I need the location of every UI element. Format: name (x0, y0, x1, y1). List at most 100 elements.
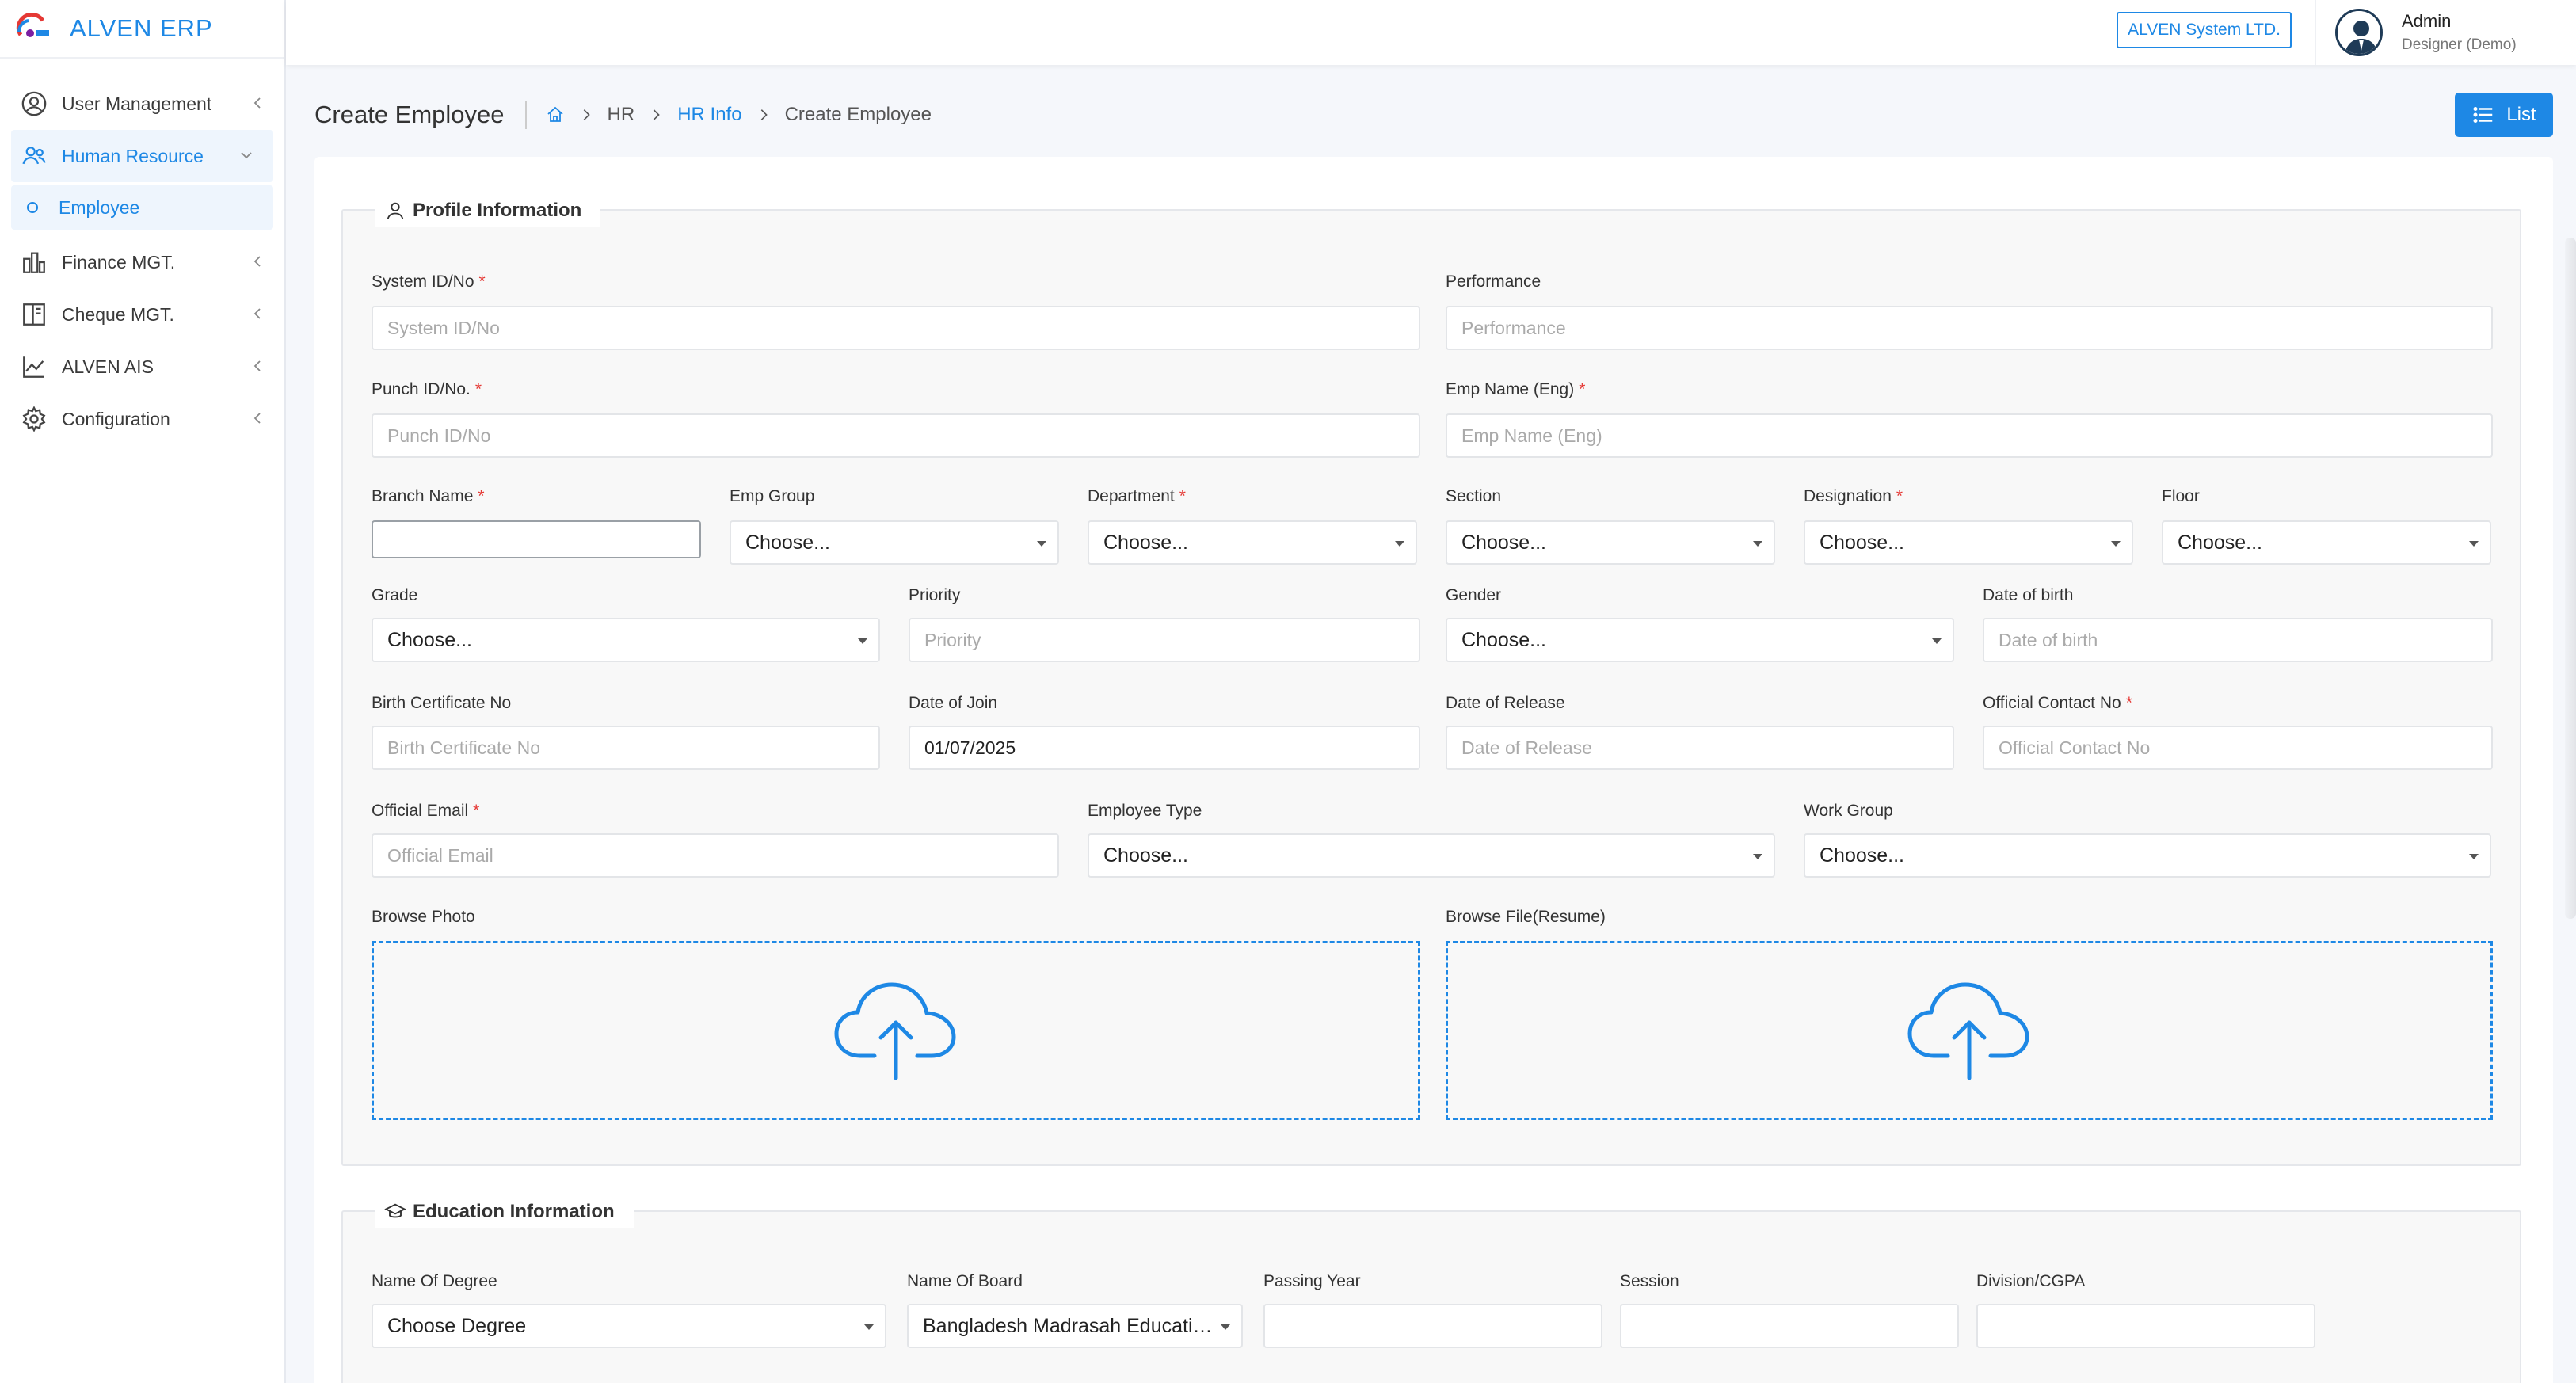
sidebar-menu: User Management Human Resource Employee … (0, 59, 284, 445)
sidebar-item-label: Human Resource (62, 145, 204, 166)
dor-label: Date of Release (1446, 694, 1565, 712)
gender-select[interactable]: Choose... (1446, 618, 1954, 662)
chevron-left-icon (253, 97, 261, 109)
form-card: Profile Information System ID/No * System… (314, 157, 2553, 1383)
session-label: Session (1620, 1272, 1679, 1290)
topbar: ALVEN System LTD. Admin Designer (Demo) (286, 0, 2576, 65)
emp-name-input[interactable]: Emp Name (Eng) (1446, 413, 2493, 458)
line-chart-icon (23, 356, 44, 378)
chevron-left-icon (253, 308, 261, 319)
circle-icon (27, 202, 38, 213)
sidebar-item-label: User Management (62, 93, 212, 114)
list-button[interactable]: List (2455, 93, 2553, 137)
user-circle-icon (21, 91, 47, 116)
brand[interactable]: ALVEN ERP (0, 0, 284, 59)
division-label: Division/CGPA (1976, 1272, 2086, 1290)
section-label: Section (1446, 487, 1502, 505)
email-label: Official Email * (372, 802, 480, 820)
breadcrumb-current: Create Employee (784, 104, 932, 125)
company-badge[interactable]: ALVEN System LTD. (2117, 12, 2292, 48)
chevron-right-icon (760, 109, 768, 120)
emp-group-select[interactable]: Choose... (730, 520, 1059, 565)
sidebar-item-label: Finance MGT. (62, 251, 176, 272)
cloud-upload-icon (1907, 982, 2029, 1080)
profile-title: Profile Information (413, 200, 582, 221)
breadcrumb-hr-info[interactable]: HR Info (677, 104, 741, 126)
sidebar-item-alven-ais[interactable]: ALVEN AIS (0, 341, 284, 393)
list-icon (2473, 107, 2493, 123)
board-select[interactable]: Bangladesh Madrasah Education Board (907, 1304, 1243, 1348)
sidebar-item-label: ALVEN AIS (62, 356, 154, 377)
department-select[interactable]: Choose... (1088, 520, 1417, 565)
sidebar-item-finance[interactable]: Finance MGT. (0, 236, 284, 288)
cloud-upload-icon (834, 982, 956, 1080)
bar-chart-icon (23, 252, 45, 273)
education-title: Education Information (413, 1201, 615, 1222)
user-menu[interactable]: Admin Designer (Demo) (2315, 0, 2576, 65)
sidebar-item-label: Employee (59, 196, 140, 218)
breadcrumb: HR HR Info Create Employee (546, 104, 932, 126)
floor-label: Floor (2162, 487, 2200, 505)
sidebar: ALVEN ERP User Management Human Resource… (0, 0, 286, 1383)
grade-select[interactable]: Choose... (372, 618, 880, 662)
section-select[interactable]: Choose... (1446, 520, 1775, 565)
contact-label: Official Contact No * (1983, 694, 2132, 712)
degree-select[interactable]: Choose Degree (372, 1304, 886, 1348)
dob-input[interactable]: Date of birth (1983, 618, 2493, 662)
book-icon (23, 303, 45, 326)
division-input[interactable] (1976, 1304, 2315, 1348)
sidebar-item-user-management[interactable]: User Management (0, 78, 284, 130)
gear-icon (22, 406, 46, 432)
doj-input[interactable]: 01/07/2025 (909, 726, 1420, 770)
designation-select[interactable]: Choose... (1804, 520, 2133, 565)
dob-label: Date of birth (1983, 586, 2074, 604)
sidebar-item-cheque[interactable]: Cheque MGT. (0, 288, 284, 341)
system-id-label: System ID/No * (372, 272, 486, 291)
performance-label: Performance (1446, 272, 1541, 291)
session-input[interactable] (1620, 1304, 1959, 1348)
education-legend: Education Information (375, 1196, 634, 1228)
dor-input[interactable]: Date of Release (1446, 726, 1954, 770)
avatar (2335, 9, 2383, 56)
floor-select[interactable]: Choose... (2162, 520, 2491, 565)
punch-id-input[interactable]: Punch ID/No (372, 413, 1420, 458)
priority-label: Priority (909, 586, 961, 604)
page-title: Create Employee (314, 101, 527, 129)
brand-name: ALVEN ERP (70, 14, 213, 42)
chevron-right-icon (653, 109, 660, 120)
sidebar-item-human-resource[interactable]: Human Resource (11, 130, 273, 182)
sidebar-item-configuration[interactable]: Configuration (0, 393, 284, 445)
brand-logo-icon (16, 13, 49, 37)
branch-input[interactable] (372, 520, 701, 558)
degree-label: Name Of Degree (372, 1272, 497, 1290)
emp-type-select[interactable]: Choose... (1088, 833, 1775, 878)
chevron-right-icon (583, 109, 590, 120)
resume-label: Browse File(Resume) (1446, 908, 1606, 926)
email-input[interactable]: Official Email (372, 833, 1059, 878)
page-header: Create Employee HR HR Info Create Employ… (314, 86, 2553, 144)
birth-cert-input[interactable]: Birth Certificate No (372, 726, 880, 770)
birth-cert-label: Birth Certificate No (372, 694, 512, 712)
photo-label: Browse Photo (372, 908, 475, 926)
branch-label: Branch Name * (372, 487, 485, 505)
home-icon[interactable] (546, 105, 565, 124)
photo-upload-dropzone[interactable] (372, 941, 1420, 1120)
passing-year-input[interactable] (1263, 1304, 1602, 1348)
sidebar-item-employee[interactable]: Employee (11, 185, 273, 230)
system-id-input[interactable]: System ID/No (372, 306, 1420, 350)
resume-upload-dropzone[interactable] (1446, 941, 2493, 1120)
user-avatar-icon (2338, 11, 2380, 54)
sidebar-item-label: Configuration (62, 408, 170, 429)
chevron-down-icon (241, 152, 252, 159)
breadcrumb-hr[interactable]: HR (608, 104, 635, 126)
contact-input[interactable]: Official Contact No (1983, 726, 2493, 770)
profile-legend: Profile Information (375, 195, 601, 227)
priority-input[interactable]: Priority (909, 618, 1420, 662)
performance-input[interactable]: Performance (1446, 306, 2493, 350)
passing-year-label: Passing Year (1263, 1272, 1361, 1290)
punch-id-label: Punch ID/No. * (372, 380, 482, 398)
scrollbar[interactable] (2565, 238, 2576, 919)
emp-name-label: Emp Name (Eng) * (1446, 380, 1586, 398)
work-group-select[interactable]: Choose... (1804, 833, 2491, 878)
chevron-left-icon (253, 256, 261, 267)
